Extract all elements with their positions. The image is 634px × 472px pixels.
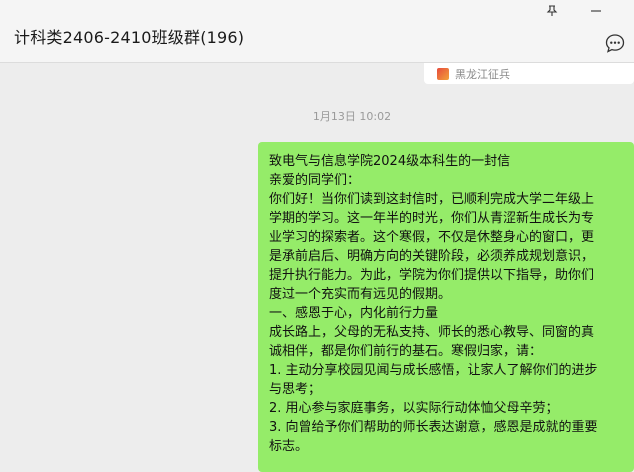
- message-line: 与思考；: [269, 382, 322, 397]
- chat-header: 计科类2406-2410班级群(196): [0, 0, 634, 63]
- chat-more-icon[interactable]: [604, 32, 626, 54]
- message-line: 是承前启后、明确方向的关键阶段，必须养成规划意识，: [269, 249, 595, 264]
- message-line: 标志。: [269, 439, 309, 454]
- message-line: 业学习的探索者。这个寒假，不仅是休整身心的窗口，更: [269, 230, 595, 245]
- message-line: 1. 主动分享校园见闻与成长感悟，让家人了解你们的进步: [269, 363, 598, 378]
- chat-title: 计科类2406-2410班级群(196): [14, 28, 245, 47]
- message-line: 诚相伴，都是你们前行的基石。寒假归家，请：: [269, 344, 543, 359]
- message-line: 3. 向曾给予你们帮助的师长表达谢意，感恩是成就的重要: [269, 420, 598, 435]
- message-line: 致电气与信息学院2024级本科生的一封信: [269, 154, 511, 169]
- message-line: 2. 用心参与家庭事务，以实际行动体恤父母辛劳；: [269, 401, 559, 416]
- source-logo-icon: [437, 68, 449, 80]
- message-line: 提升执行能力。为此，学院为你们提供以下指导，助你们: [269, 268, 595, 283]
- source-name: 黑龙江征兵: [455, 68, 510, 81]
- message-bubble[interactable]: 致电气与信息学院2024级本科生的一封信 亲爱的同学们： 你们好！当你们读到这封…: [258, 142, 634, 472]
- previous-card-source: 黑龙江征兵: [437, 66, 510, 82]
- message-line: 你们好！当你们读到这封信时，已顺利完成大学二年级上: [269, 192, 595, 207]
- message-line: 一、感恩于心，内化前行力量: [269, 306, 439, 321]
- message-line: 亲爱的同学们：: [269, 173, 361, 188]
- message-timestamp: 1月13日 10:02: [312, 110, 392, 123]
- message-line: 度过一个充实而有远见的假期。: [269, 287, 452, 302]
- minimize-icon[interactable]: [576, 0, 616, 22]
- message-line: 学期的学习。这一年半的时光，你们从青涩新生成长为专: [269, 211, 595, 226]
- message-line: 成长路上，父母的无私支持、师长的悉心教导、同窗的真: [269, 325, 595, 340]
- pin-icon[interactable]: [532, 0, 572, 22]
